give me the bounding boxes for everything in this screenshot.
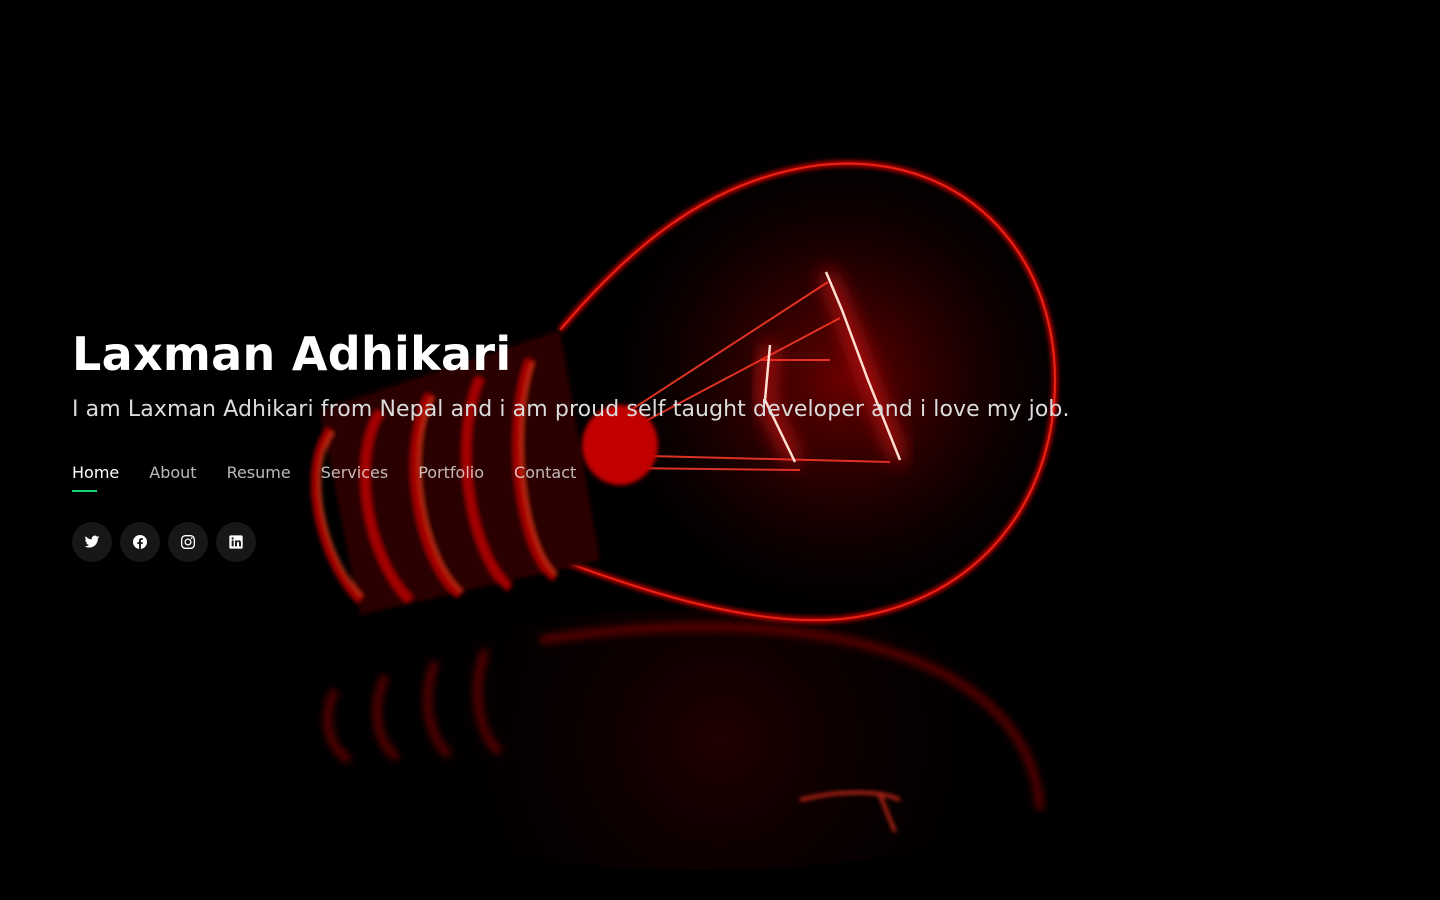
facebook-icon [133,535,147,549]
nav-item-about[interactable]: About [149,462,196,494]
twitter-link[interactable] [72,522,112,562]
linkedin-icon [229,535,243,549]
instagram-icon [181,535,195,549]
nav-item-home[interactable]: Home [72,462,119,494]
facebook-link[interactable] [120,522,160,562]
nav-item-contact[interactable]: Contact [514,462,576,494]
social-links [72,522,1172,562]
nav-item-services[interactable]: Services [321,462,388,494]
hero-section: Laxman Adhikari I am Laxman Adhikari fro… [72,322,1172,562]
hero-tagline: I am Laxman Adhikari from Nepal and i am… [72,397,1070,422]
instagram-link[interactable] [168,522,208,562]
hero-name: Laxman Adhikari [72,327,512,381]
main-nav: Home About Resume Services Portfolio Con… [72,462,1172,494]
nav-item-portfolio[interactable]: Portfolio [418,462,484,494]
twitter-icon [84,535,100,548]
linkedin-link[interactable] [216,522,256,562]
nav-item-resume[interactable]: Resume [227,462,291,494]
